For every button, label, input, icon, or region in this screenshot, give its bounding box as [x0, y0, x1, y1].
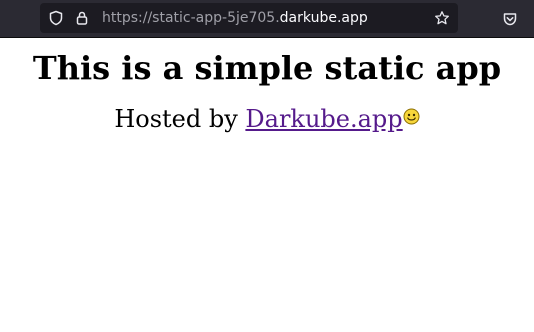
shield-icon[interactable] [48, 10, 64, 26]
smiley-face-icon [403, 108, 420, 125]
url-text[interactable]: https://static-app-5je705.darkube.app [102, 9, 368, 27]
address-bar[interactable]: https://static-app-5je705.darkube.app [40, 3, 458, 33]
lock-icon[interactable] [74, 10, 90, 26]
star-icon[interactable] [434, 10, 450, 26]
darkube-link[interactable]: Darkube.app [245, 105, 402, 133]
hosted-by-label: Hosted by [114, 105, 246, 133]
url-domain: darkube.app [279, 10, 368, 26]
hosted-by-line: Hosted by Darkube.app [0, 104, 534, 134]
browser-toolbar: https://static-app-5je705.darkube.app [0, 0, 534, 38]
page-heading: This is a simple static app [32, 49, 502, 87]
pocket-icon[interactable] [502, 11, 518, 27]
url-prefix: https://static-app-5je705. [102, 10, 280, 26]
page-content: This is a simple static app Hosted by Da… [0, 49, 534, 134]
